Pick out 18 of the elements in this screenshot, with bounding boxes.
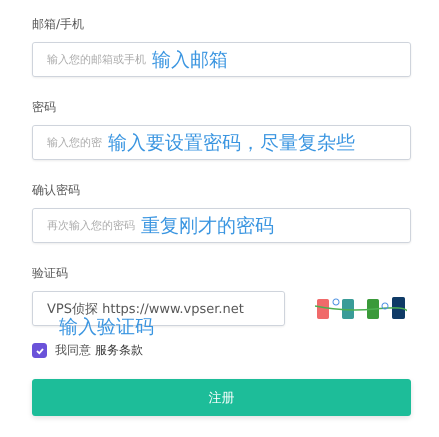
annotation-text: 输入要设置密码，尽量复杂些 bbox=[108, 130, 355, 156]
checkbox[interactable] bbox=[32, 343, 47, 358]
input-field[interactable]: 再次输入您的密码 重复刚才的密码 bbox=[32, 208, 411, 243]
placeholder-text: 再次输入您的密码 bbox=[47, 218, 135, 233]
field-label: 邮箱/手机 bbox=[32, 16, 84, 33]
field-label: 确认密码 bbox=[32, 182, 80, 199]
terms-link[interactable]: 服务条款 bbox=[95, 342, 143, 359]
agree-label: 我同意 bbox=[55, 342, 91, 359]
check-icon bbox=[34, 346, 44, 356]
placeholder-text: 输入您的邮箱或手机 bbox=[47, 52, 146, 67]
placeholder-text: 输入您的密 bbox=[47, 135, 102, 150]
annotation-text: 输入邮箱 bbox=[152, 48, 228, 72]
input-field[interactable]: 输入您的密 输入要设置密码，尽量复杂些 bbox=[32, 125, 411, 160]
field-label: 密码 bbox=[32, 99, 56, 116]
input-field[interactable]: 输入您的邮箱或手机 输入邮箱 bbox=[32, 42, 411, 77]
field-label: 验证码 bbox=[32, 265, 68, 282]
register-button[interactable]: 注册 bbox=[32, 379, 411, 416]
annotation-text: 重复刚才的密码 bbox=[141, 214, 274, 238]
